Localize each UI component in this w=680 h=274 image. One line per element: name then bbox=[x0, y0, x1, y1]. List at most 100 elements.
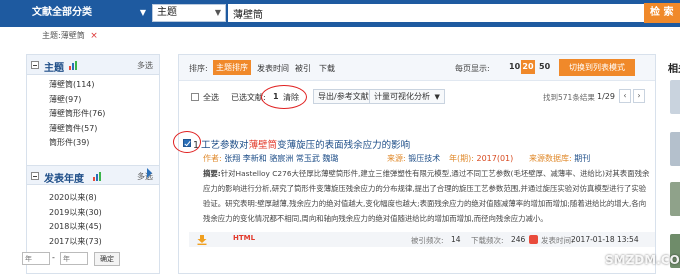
facet-topic-title: 主题 bbox=[44, 63, 64, 74]
watermark-text: SMZDM.COM bbox=[605, 253, 680, 267]
related-thumbnail[interactable] bbox=[670, 182, 680, 216]
search-input[interactable] bbox=[228, 4, 644, 22]
facet-year-item[interactable]: 2018以来(45) bbox=[49, 220, 159, 235]
source-label: 来源: bbox=[387, 154, 406, 163]
page-indicator: 1/29 bbox=[597, 92, 615, 101]
facet-sidebar: 主题 多选 薄壁筒(114) 薄壁(97) 薄壁筒形件(76) 薄壁筒件(57)… bbox=[26, 54, 160, 274]
downloads-label: 下载频次: bbox=[471, 236, 504, 245]
result-authors: 作者: 张翔 李新和 骆宸洲 常玉武 魏璐 bbox=[203, 153, 338, 164]
database-label: 来源数据库: bbox=[529, 154, 572, 163]
year-to-input[interactable] bbox=[60, 252, 88, 265]
related-thumbnail[interactable] bbox=[670, 80, 680, 114]
facet-topic-item[interactable]: 薄壁筒件(57) bbox=[49, 122, 159, 137]
results-panel: 排序: 主题排序 发表时间 被引 下载 每页显示: 10 20 50 切换到列表… bbox=[173, 54, 656, 274]
visualize-analysis-label: 计量可视化分析 bbox=[374, 92, 430, 101]
chevron-down-icon: ▼ bbox=[434, 93, 440, 101]
related-thumbnail[interactable] bbox=[670, 132, 680, 166]
year-range-dash: - bbox=[52, 253, 55, 262]
year-from-input[interactable] bbox=[22, 252, 50, 265]
sort-date-link[interactable]: 发表时间 bbox=[257, 63, 289, 74]
authors-value[interactable]: 张翔 李新和 骆宸洲 常玉武 魏璐 bbox=[224, 154, 338, 163]
year-confirm-button[interactable]: 确定 bbox=[94, 252, 120, 266]
results-toolbar: 全选 已选文献: 1 清除 导出/参考文献 计量可视化分析 ▼ 找到571条结果… bbox=[179, 87, 655, 107]
source-value[interactable]: 锻压技术 bbox=[408, 154, 440, 163]
facet-year-item[interactable]: 2020以来(8) bbox=[49, 191, 159, 206]
result-count: 找到571条结果 bbox=[543, 93, 595, 102]
facet-year-title: 发表年度 bbox=[44, 174, 84, 185]
chart-icon[interactable] bbox=[93, 172, 102, 181]
year-value[interactable]: 2017(01) bbox=[476, 154, 513, 163]
result-actions: HTML 被引频次: 14 下载频次: 246 发表时间: 2017-01-18… bbox=[189, 232, 655, 247]
facet-topic-item[interactable]: 薄壁(97) bbox=[49, 93, 159, 108]
result-title-post: 变薄旋压的表面残余应力的影响 bbox=[277, 140, 411, 151]
category-select-label: 文献全部分类 bbox=[32, 7, 92, 18]
result-abstract: 摘要:针对Hastelloy C276大径厚比薄壁筒形件,建立三维弹塑性有限元模… bbox=[203, 166, 651, 226]
arrow-right-icon[interactable] bbox=[147, 168, 152, 178]
facet-topic-item[interactable]: 薄壁筒形件(76) bbox=[49, 107, 159, 122]
facet-topic-multiselect[interactable]: 多选 bbox=[137, 60, 153, 71]
facet-year-header[interactable]: 发表年度 多选 bbox=[27, 165, 159, 185]
cited-label: 被引频次: bbox=[411, 236, 444, 245]
per-page-50[interactable]: 50 bbox=[539, 60, 550, 74]
sort-label: 排序: bbox=[189, 64, 208, 73]
sort-download-link[interactable]: 下载 bbox=[319, 63, 335, 74]
abstract-text: 针对Hastelloy C276大径厚比薄壁筒形件,建立三维弹塑性有限元模型,通… bbox=[203, 169, 650, 223]
facet-year-item[interactable]: 2019以来(30) bbox=[49, 206, 159, 221]
chevron-down-icon: ▼ bbox=[214, 8, 221, 17]
active-filter-label: 主题:薄壁筒 bbox=[42, 31, 85, 40]
watermark-logo-icon bbox=[588, 253, 602, 265]
quote-icon[interactable] bbox=[529, 235, 538, 244]
authors-label: 作者: bbox=[203, 154, 222, 163]
date-label: 发表时间: bbox=[541, 236, 574, 245]
year-label: 年(期): bbox=[449, 154, 474, 163]
abstract-label: 摘要: bbox=[203, 169, 221, 178]
downloads-value: 246 bbox=[511, 235, 526, 244]
select-all-checkbox[interactable] bbox=[191, 93, 199, 101]
field-select-label: 主题 bbox=[157, 7, 177, 18]
database-value: 期刊 bbox=[574, 154, 591, 163]
download-icon[interactable] bbox=[197, 235, 207, 245]
annotation-circle-clear bbox=[261, 85, 307, 109]
facet-topic-list: 薄壁筒(114) 薄壁(97) 薄壁筒形件(76) 薄壁筒件(57) 筒形件(3… bbox=[27, 75, 159, 151]
result-title[interactable]: 1 工艺参数对薄壁筒变薄旋压的表面残余应力的影响 bbox=[193, 137, 410, 151]
result-year: 年(期): 2017(01) bbox=[449, 153, 513, 164]
export-button[interactable]: 导出/参考文献 bbox=[313, 89, 374, 104]
cited-value: 14 bbox=[451, 235, 461, 244]
top-search-bar: 文献全部分类 ▼ 主题 ▼ 检 索 bbox=[0, 0, 680, 27]
per-page-label: 每页显示: bbox=[455, 64, 490, 73]
watermark: SMZDM.COM bbox=[588, 253, 680, 267]
related-panel: 相关 bbox=[660, 54, 680, 274]
search-button[interactable]: 检 索 bbox=[644, 3, 680, 23]
minus-icon[interactable] bbox=[31, 61, 39, 69]
sort-bar: 排序: 主题排序 发表时间 被引 下载 每页显示: 10 20 50 切换到列表… bbox=[179, 55, 655, 81]
result-database: 来源数据库: 期刊 bbox=[529, 153, 590, 164]
minus-icon[interactable] bbox=[31, 172, 39, 180]
close-icon[interactable]: × bbox=[90, 31, 98, 41]
related-title: 相关 bbox=[668, 64, 680, 75]
result-title-pre: 工艺参数对 bbox=[201, 140, 249, 151]
next-page-button[interactable]: › bbox=[633, 89, 645, 103]
date-value: 2017-01-18 13:54 bbox=[571, 235, 639, 244]
category-select[interactable]: 文献全部分类 ▼ bbox=[30, 4, 148, 22]
result-title-highlight: 薄壁筒 bbox=[248, 140, 278, 151]
chart-icon[interactable] bbox=[69, 61, 78, 70]
facet-topic-item[interactable]: 筒形件(39) bbox=[49, 136, 159, 151]
per-page-10[interactable]: 10 bbox=[509, 60, 520, 74]
list-mode-button[interactable]: 切换到列表模式 bbox=[559, 59, 635, 76]
facet-year-item[interactable]: 2017以来(73) bbox=[49, 235, 159, 250]
facet-topic-header[interactable]: 主题 多选 bbox=[27, 55, 159, 75]
facet-year-list: 2020以来(8) 2019以来(30) 2018以来(45) 2017以来(7… bbox=[27, 188, 159, 249]
field-select[interactable]: 主题 ▼ bbox=[152, 4, 226, 22]
result-source: 来源: 锻压技术 bbox=[387, 153, 440, 164]
active-filter-tag: 主题:薄壁筒 × bbox=[42, 30, 98, 41]
facet-topic-item[interactable]: 薄壁筒(114) bbox=[49, 78, 159, 93]
visualize-analysis-dropdown[interactable]: 计量可视化分析 ▼ bbox=[369, 89, 445, 104]
result-number: 1 bbox=[193, 140, 200, 151]
sort-topic-button[interactable]: 主题排序 bbox=[213, 60, 251, 75]
prev-page-button[interactable]: ‹ bbox=[619, 89, 631, 103]
html-view-link[interactable]: HTML bbox=[233, 234, 255, 242]
select-all-label: 全选 bbox=[203, 93, 219, 102]
sort-cited-link[interactable]: 被引 bbox=[295, 63, 311, 74]
chevron-down-icon: ▼ bbox=[139, 8, 146, 17]
per-page-20[interactable]: 20 bbox=[521, 60, 535, 74]
